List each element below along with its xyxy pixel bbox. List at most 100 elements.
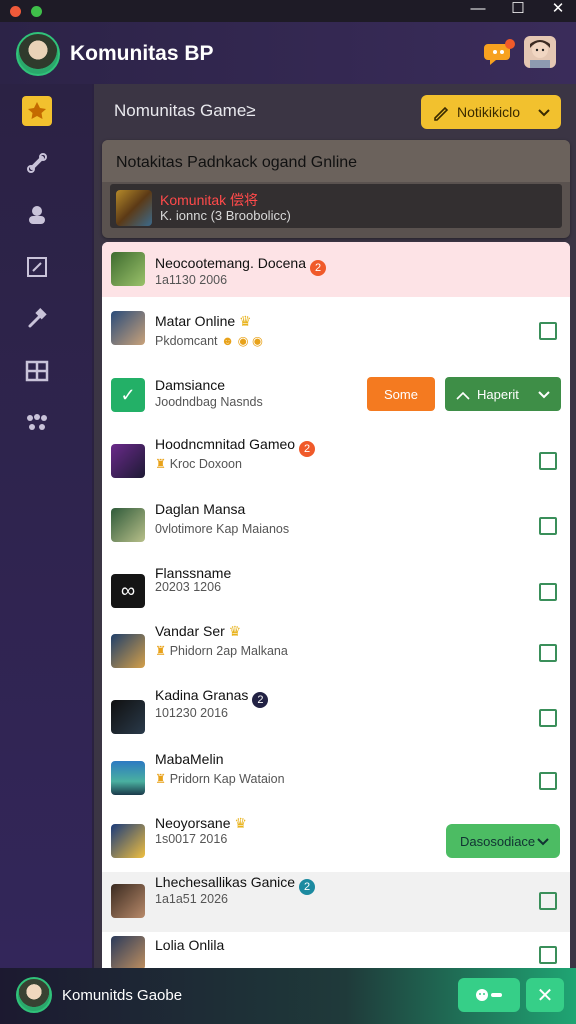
select-checkbox[interactable] — [539, 583, 557, 601]
item-sub: 1s0017 2016 — [155, 832, 228, 846]
community-list: Neocootemang. Docena 2 1a1130 2006 Matar … — [102, 242, 570, 968]
list-item[interactable]: Matar Online ♛ Pkdomcant ☻ ◉ ◉ — [102, 297, 570, 364]
card-item-name: Komunitak 偿将 — [160, 192, 259, 208]
item-sub: 101230 2016 — [155, 706, 228, 720]
item-name: Kadina Granas 2 — [155, 687, 269, 708]
close-dot[interactable] — [10, 5, 21, 17]
chat-button[interactable] — [458, 978, 520, 1012]
sidebar-item-tools[interactable] — [22, 304, 52, 334]
game-thumbnail — [111, 252, 145, 286]
group-icon — [27, 414, 47, 430]
sidebar-item-home[interactable] — [22, 96, 52, 126]
list-item[interactable]: MabaMelin ♜ Pridorn Kap Wataion — [102, 748, 570, 813]
list-item[interactable]: Vandar Ser ♛ ♜ Phidorn 2ap Malkana — [102, 621, 570, 686]
item-name: Lolia Onlila — [155, 937, 225, 953]
card-title: Notakitas Padnkack ogand Gnline — [116, 154, 358, 171]
item-sub: 1a1a51 2026 — [155, 892, 228, 906]
item-sub: ♜ Kroc Doxoon — [155, 457, 242, 471]
list-item[interactable]: Neoyorsane ♛ 1s0017 2016 Dasosodiace — [102, 812, 570, 873]
bottom-bar: Komunitds Gaobe ✕ — [0, 968, 576, 1024]
trophy-icon: ♜ — [155, 457, 167, 471]
game-thumbnail — [111, 508, 145, 542]
maximize-button[interactable]: ☐ — [498, 0, 538, 22]
some-button[interactable]: Some — [367, 377, 435, 411]
title-bar: — ☐ ✕ — [0, 0, 576, 22]
avatar[interactable] — [16, 32, 60, 76]
close-button[interactable]: ✕ — [538, 0, 576, 22]
item-name: Damsiance — [155, 377, 226, 393]
chevron-down-icon — [538, 391, 550, 399]
select-checkbox[interactable] — [539, 946, 557, 964]
bottom-title: Komunitds Gaobe — [62, 987, 183, 1004]
pencil-icon — [434, 106, 449, 121]
hanger-icon — [456, 391, 470, 400]
avatar[interactable] — [16, 977, 52, 1013]
trophy-icon: ♜ — [155, 772, 167, 786]
count-badge: 2 — [299, 441, 316, 457]
card-body: Komunitak 偿将 K. ionnc (3 Broobolicc) — [110, 184, 562, 228]
game-thumbnail — [111, 700, 145, 734]
notifications-button[interactable]: Notikikiclo — [421, 95, 561, 129]
select-checkbox[interactable] — [539, 772, 557, 790]
emoji-icon: ☻ ◉ ◉ — [221, 334, 263, 348]
item-name: Daglan Mansa — [155, 501, 246, 517]
app-title: Komunitas BP — [70, 42, 214, 65]
item-sub: ♜ Pridorn Kap Wataion — [155, 772, 285, 786]
item-sub: 20203 1206 — [155, 580, 222, 594]
import-dropdown[interactable]: Haperit — [445, 377, 561, 411]
list-item[interactable]: Kadina Granas 2 101230 2016 — [102, 685, 570, 749]
game-thumbnail — [111, 761, 145, 795]
crown-icon: ♛ — [239, 313, 252, 329]
minimize-button[interactable]: — — [458, 0, 498, 22]
sidebar-item-community[interactable] — [22, 200, 52, 230]
item-name: Vandar Ser ♛ — [155, 623, 242, 639]
game-thumbnail — [111, 936, 145, 968]
list-item[interactable]: ∞ Flanssname 20203 1206 — [102, 561, 570, 622]
infinity-icon: ∞ — [111, 574, 145, 608]
select-checkbox[interactable] — [539, 452, 557, 470]
select-checkbox[interactable] — [539, 709, 557, 727]
list-item[interactable]: Daglan Mansa 0vlotimore Kap Maianos — [102, 494, 570, 562]
select-checkbox[interactable] — [539, 517, 557, 535]
item-name: Hoodncmnitad Gameo 2 — [155, 436, 316, 457]
game-thumbnail — [111, 311, 145, 345]
sidebar-item-group[interactable] — [22, 408, 52, 438]
chat-bubble-icon[interactable] — [482, 36, 516, 70]
chat-icon — [476, 989, 502, 1001]
list-item[interactable]: ✓ Damsiance Joodndbag Nasnds Some Haperi… — [102, 363, 570, 429]
grid-icon — [25, 360, 49, 382]
link-icon — [27, 153, 47, 173]
item-name: MabaMelin — [155, 751, 224, 767]
maximize-dot[interactable] — [31, 5, 42, 17]
select-checkbox[interactable] — [539, 892, 557, 910]
list-item[interactable]: Lolia Onlila — [102, 932, 570, 968]
item-sub: ♜ Phidorn 2ap Malkana — [155, 644, 288, 658]
check-icon[interactable]: ✓ — [111, 378, 145, 412]
user-avatar[interactable] — [524, 36, 556, 68]
card-header: Notakitas Padnkack ogand Gnline — [102, 140, 570, 182]
item-name: Matar Online ♛ — [155, 313, 252, 329]
page-title: Nomunitas Game≥ — [114, 101, 256, 120]
list-item[interactable]: Hoodncmnitad Gameo 2 ♜ Kroc Doxoon — [102, 428, 570, 495]
close-button[interactable]: ✕ — [526, 978, 564, 1012]
sidebar — [0, 84, 92, 968]
trophy-icon: ♜ — [155, 644, 167, 658]
sidebar-item-edit[interactable] — [22, 252, 52, 282]
game-thumbnail — [111, 884, 145, 918]
item-sub: 0vlotimore Kap Maianos — [155, 522, 290, 536]
select-checkbox[interactable] — [539, 322, 557, 340]
people-icon — [29, 206, 45, 224]
sidebar-item-grid[interactable] — [22, 356, 52, 386]
item-sub: 1a1130 2006 — [155, 273, 228, 287]
chevron-down-icon — [537, 838, 549, 846]
sidebar-item-link[interactable] — [22, 148, 52, 178]
select-checkbox[interactable] — [539, 644, 557, 662]
game-thumbnail — [111, 444, 145, 478]
featured-card[interactable]: Notakitas Padnkack ogand Gnline Komunita… — [102, 140, 570, 238]
dasosodiace-dropdown[interactable]: Dasosodiace — [446, 824, 560, 858]
item-sub: Pkdomcant ☻ ◉ ◉ — [155, 334, 263, 348]
list-item[interactable]: Neocootemang. Docena 2 1a1130 2006 — [102, 242, 570, 298]
chevron-down-icon — [538, 109, 550, 117]
list-item[interactable]: Lhechesallikas Ganice 2 1a1a51 2026 — [102, 872, 570, 933]
game-thumbnail — [111, 634, 145, 668]
